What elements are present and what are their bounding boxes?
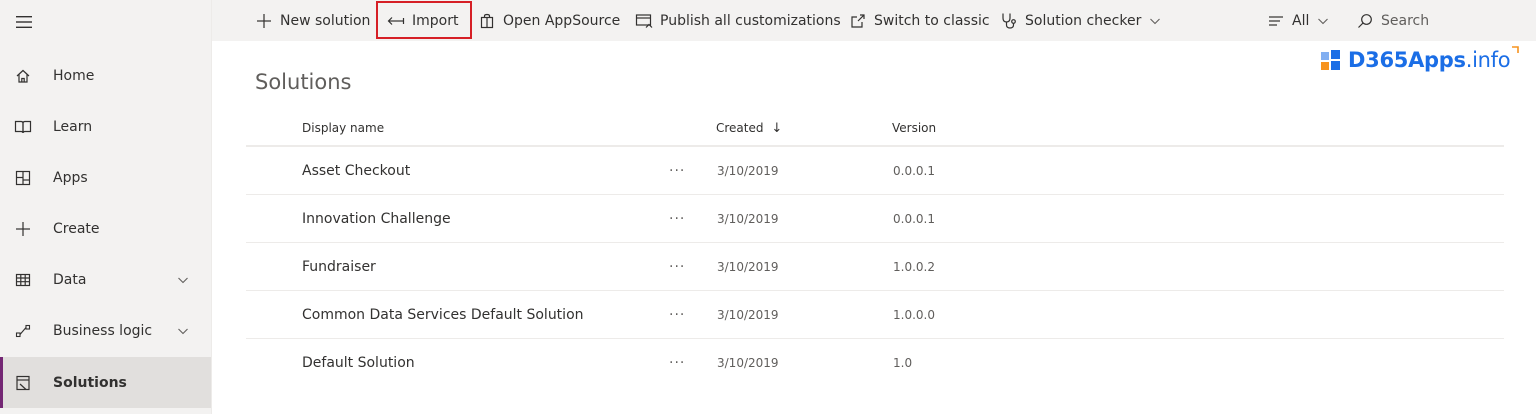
sidebar-item-home[interactable]: Home — [0, 50, 211, 101]
solution-version: 1.0.0.2 — [893, 259, 935, 274]
open-appsource-label: Open AppSource — [503, 12, 621, 29]
solution-checker-button[interactable]: Solution checker — [1000, 0, 1161, 41]
sidebar-item-label: Solutions — [53, 374, 127, 391]
more-options-icon[interactable]: ··· — [669, 291, 685, 338]
publish-icon — [635, 12, 653, 30]
solution-name[interactable]: Common Data Services Default Solution — [302, 291, 584, 338]
column-header-display-name[interactable]: Display name — [302, 121, 384, 135]
table-row[interactable]: Common Data Services Default Solution ··… — [246, 291, 1504, 339]
solution-version: 1.0.0.0 — [893, 307, 935, 322]
new-solution-label: New solution — [280, 12, 371, 29]
more-options-icon[interactable]: ··· — [669, 147, 685, 194]
solution-created: 3/10/2019 — [717, 307, 779, 322]
sidebar-item-label: Learn — [53, 118, 93, 135]
filter-lines-icon — [1267, 12, 1285, 30]
table-row[interactable]: Innovation Challenge ··· 3/10/2019 0.0.0… — [246, 195, 1504, 243]
table-row[interactable]: Default Solution ··· 3/10/2019 1.0 — [246, 339, 1504, 386]
logo-corner-icon — [1511, 46, 1520, 54]
flow-icon — [14, 322, 32, 340]
table-row[interactable]: Fundraiser ··· 3/10/2019 1.0.0.2 — [246, 243, 1504, 291]
solution-created: 3/10/2019 — [717, 163, 779, 178]
view-filter-label: All — [1292, 12, 1310, 29]
solution-created: 3/10/2019 — [717, 355, 779, 370]
d365apps-logo: D365Apps.info — [1320, 46, 1520, 73]
plus-icon — [255, 12, 273, 30]
table-row[interactable]: Asset Checkout ··· 3/10/2019 0.0.0.1 — [246, 147, 1504, 195]
solution-checker-label: Solution checker — [1025, 12, 1142, 29]
book-icon — [14, 118, 32, 136]
solution-version: 0.0.0.1 — [893, 211, 935, 226]
table-header: Display name Created ↓ Version — [246, 110, 1504, 147]
sidebar-item-business-logic[interactable]: Business logic — [0, 305, 211, 356]
sidebar-item-label: Data — [53, 271, 87, 288]
sidebar-item-label: Apps — [53, 169, 88, 186]
column-header-created-label: Created — [716, 121, 764, 135]
logo-tld: .info — [1465, 48, 1511, 72]
logo-text: D365Apps.info — [1348, 48, 1511, 72]
search-box[interactable]: Search — [1356, 0, 1429, 41]
publish-all-label: Publish all customizations — [660, 12, 841, 29]
solutions-table: Display name Created ↓ Version Asset Che… — [246, 110, 1504, 386]
plus-icon — [14, 220, 32, 238]
solution-name[interactable]: Default Solution — [302, 339, 415, 386]
hamburger-menu-icon[interactable] — [14, 12, 34, 32]
solution-created: 3/10/2019 — [717, 259, 779, 274]
solution-version: 1.0 — [893, 355, 913, 370]
sidebar-item-data[interactable]: Data — [0, 254, 211, 305]
logo-name: D365Apps — [1348, 48, 1466, 72]
apps-icon — [14, 169, 32, 187]
solution-name[interactable]: Asset Checkout — [302, 147, 410, 194]
page-title: Solutions — [255, 70, 352, 94]
more-options-icon[interactable]: ··· — [669, 339, 685, 386]
sidebar-item-label: Home — [53, 67, 95, 84]
solution-name[interactable]: Innovation Challenge — [302, 195, 451, 242]
switch-to-classic-label: Switch to classic — [874, 12, 990, 29]
search-icon — [1356, 12, 1374, 30]
chevron-down-icon[interactable] — [177, 274, 189, 286]
sidebar-item-solutions[interactable]: Solutions — [0, 357, 211, 408]
solution-version: 0.0.0.1 — [893, 163, 935, 178]
switch-to-classic-button[interactable]: Switch to classic — [849, 0, 990, 41]
sidebar-item-learn[interactable]: Learn — [0, 101, 211, 152]
table-icon — [14, 271, 32, 289]
sidebar-item-create[interactable]: Create — [0, 203, 211, 254]
sidebar-item-label: Business logic — [53, 322, 153, 339]
publish-all-customizations-button[interactable]: Publish all customizations — [635, 0, 841, 41]
column-header-created[interactable]: Created ↓ — [716, 121, 782, 136]
sidebar-item-apps[interactable]: Apps — [0, 152, 211, 203]
logo-mark-icon — [1320, 48, 1344, 72]
open-external-icon — [849, 12, 867, 30]
import-button[interactable]: Import — [387, 0, 458, 41]
import-arrow-icon — [387, 12, 405, 30]
solution-created: 3/10/2019 — [717, 211, 779, 226]
power-apps-solutions-page: Home Learn Apps Create Data Business log… — [0, 0, 1536, 414]
import-label: Import — [412, 12, 459, 29]
sort-descending-icon: ↓ — [771, 121, 783, 136]
solutions-icon — [14, 374, 32, 392]
stethoscope-icon — [1000, 12, 1018, 30]
chevron-down-icon — [1149, 15, 1161, 27]
home-icon — [14, 67, 32, 85]
column-header-version[interactable]: Version — [892, 121, 936, 135]
shopping-bag-icon — [478, 12, 496, 30]
new-solution-button[interactable]: New solution — [255, 0, 370, 41]
left-navigation: Home Learn Apps Create Data Business log… — [0, 0, 212, 414]
solution-name[interactable]: Fundraiser — [302, 243, 376, 290]
more-options-icon[interactable]: ··· — [669, 195, 685, 242]
chevron-down-icon — [1317, 15, 1329, 27]
sidebar-item-label: Create — [53, 220, 100, 237]
chevron-down-icon[interactable] — [177, 325, 189, 337]
view-filter-dropdown[interactable]: All — [1267, 0, 1329, 41]
open-appsource-button[interactable]: Open AppSource — [478, 0, 620, 41]
more-options-icon[interactable]: ··· — [669, 243, 685, 290]
search-placeholder: Search — [1381, 12, 1430, 29]
